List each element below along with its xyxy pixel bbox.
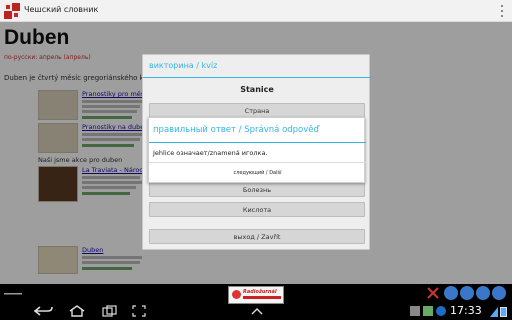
wifi-icon	[490, 307, 498, 317]
ad-text: Radiožurnál	[243, 289, 277, 295]
home-icon[interactable]	[68, 305, 86, 317]
czech-flag-emblem-icon[interactable]	[4, 3, 20, 19]
quiz-question: Stanice	[240, 85, 274, 94]
next-button[interactable]: следующий / Další	[149, 162, 366, 184]
chevron-up-icon[interactable]	[250, 305, 264, 317]
quiz-title-divider	[143, 77, 371, 78]
answer-option-1[interactable]: Страна	[149, 103, 365, 118]
answer-dialog-title: правильный ответ / Správná odpověď	[153, 125, 319, 135]
back-arrow-icon[interactable]	[34, 305, 54, 317]
app-title: Чешский словник	[24, 5, 99, 14]
ad-subtitle-bar	[243, 296, 281, 299]
screenshot-icon[interactable]	[132, 305, 146, 317]
rewind-icon[interactable]	[444, 286, 458, 300]
answer-dialog-divider	[149, 142, 366, 143]
menu-lines-icon[interactable]	[4, 288, 22, 300]
exit-button[interactable]: выход / Zavřít	[149, 229, 365, 244]
answer-option-5[interactable]: Кислота	[149, 202, 365, 217]
forward-icon[interactable]	[492, 286, 506, 300]
system-bar: Radiožurnál 17:33	[0, 284, 512, 320]
answer-option-4[interactable]: Болезнь	[149, 182, 365, 197]
clock: 17:33	[450, 304, 482, 317]
notification-icon	[423, 306, 433, 316]
notification-icon	[436, 306, 446, 316]
ad-banner[interactable]: Radiožurnál	[228, 286, 284, 304]
play-icon[interactable]	[476, 286, 490, 300]
answer-dialog: правильный ответ / Správná odpověď Jehli…	[148, 117, 366, 184]
overflow-menu-icon[interactable]	[498, 4, 506, 18]
answer-dialog-message: Jehlice означает/znamená иголка.	[153, 149, 268, 157]
close-x-icon[interactable]	[426, 286, 440, 300]
radio-logo-icon	[232, 290, 241, 299]
battery-icon	[500, 307, 507, 317]
quiz-title: викторина / kvíz	[149, 61, 218, 70]
media-controls	[427, 286, 512, 302]
recent-apps-icon[interactable]	[102, 305, 118, 317]
stop-icon[interactable]	[460, 286, 474, 300]
notification-icon	[410, 306, 420, 316]
action-bar: Чешский словник	[0, 0, 512, 22]
